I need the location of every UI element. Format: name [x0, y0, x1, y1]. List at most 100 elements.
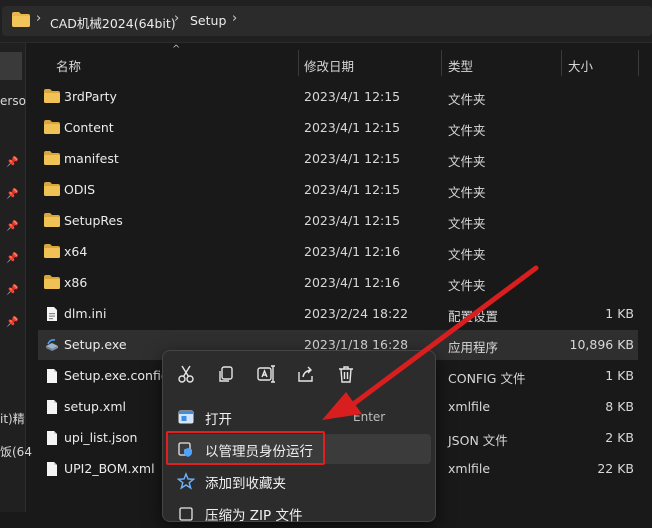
column-header-name[interactable]: 名称 [56, 56, 81, 75]
file-type: 文件夹 [448, 123, 486, 138]
chevron-right-icon: › [232, 11, 238, 26]
menu-item-add-favorites[interactable]: 添加到收藏夹 [167, 466, 431, 496]
file-modified-date: 2023/4/1 12:15 [304, 120, 401, 135]
menu-item-open[interactable]: 打开 Enter [167, 402, 431, 432]
pin-icon: 📌 [6, 253, 19, 264]
file-size: 1 KB [605, 306, 634, 321]
file-row[interactable]: SetupRes 2023/4/1 12:15 文件夹 [38, 206, 638, 236]
star-icon [177, 472, 195, 490]
folder-icon [44, 213, 60, 227]
highlight-box [166, 431, 325, 465]
file-name: 3rdParty [64, 89, 117, 104]
menu-item-compress-zip[interactable]: 压缩为 ZIP 文件 [167, 498, 431, 528]
menu-item-shortcut: Enter [353, 410, 386, 424]
file-size: 10,896 KB [569, 337, 634, 352]
folder-icon [44, 89, 60, 103]
file-name: SetupRes [64, 213, 123, 228]
column-divider[interactable] [638, 50, 639, 76]
file-icon [44, 461, 60, 476]
file-modified-date: 2023/4/1 12:15 [304, 89, 401, 104]
file-type: 文件夹 [448, 185, 486, 200]
file-type: 文件夹 [448, 216, 486, 231]
pin-icon: 📌 [6, 157, 19, 168]
file-type: 应用程序 [448, 340, 499, 355]
column-header-type[interactable]: 类型 [448, 56, 473, 75]
file-size: 22 KB [597, 461, 634, 476]
file-row[interactable]: ODIS 2023/4/1 12:15 文件夹 [38, 175, 638, 205]
file-type: 配置设置 [448, 309, 499, 324]
file-modified-date: 2023/4/1 12:15 [304, 213, 401, 228]
file-icon [44, 430, 60, 445]
nav-item-label[interactable]: 饭(64 [0, 443, 32, 460]
delete-icon[interactable] [335, 363, 357, 385]
folder-icon [44, 275, 60, 289]
file-name: Content [64, 120, 114, 135]
copy-icon[interactable] [215, 363, 237, 385]
file-modified-date: 2023/4/1 12:15 [304, 182, 401, 197]
open-window-icon [177, 408, 195, 426]
column-divider[interactable] [298, 50, 299, 76]
file-modified-date: 2023/4/1 12:16 [304, 244, 401, 259]
zip-icon [177, 504, 195, 522]
file-row[interactable]: manifest 2023/4/1 12:15 文件夹 [38, 144, 638, 174]
column-header-size[interactable]: 大小 [568, 56, 593, 75]
chevron-right-icon: › [36, 11, 42, 26]
file-name: ODIS [64, 182, 96, 197]
file-name: x86 [64, 275, 88, 290]
file-name: dlm.ini [64, 306, 107, 321]
file-type: 文件夹 [448, 154, 486, 169]
file-type: JSON 文件 [448, 433, 508, 448]
exe-file-icon [44, 337, 60, 351]
pin-icon: 📌 [6, 189, 19, 200]
file-type: CONFIG 文件 [448, 371, 526, 386]
file-type: xmlfile [448, 399, 491, 414]
file-modified-date: 2023/2/24 18:22 [304, 306, 409, 321]
chevron-right-icon: › [174, 11, 180, 26]
folder-icon [44, 151, 60, 165]
nav-item-label[interactable]: it)精 [0, 410, 25, 427]
file-type: 文件夹 [448, 247, 486, 262]
file-row[interactable]: x86 2023/4/1 12:16 文件夹 [38, 268, 638, 298]
column-divider[interactable] [561, 50, 562, 76]
column-divider[interactable] [441, 50, 442, 76]
file-name: setup.xml [64, 399, 126, 414]
menu-item-label: 压缩为 ZIP 文件 [205, 508, 303, 524]
folder-icon [44, 244, 60, 258]
folder-icon [44, 182, 60, 196]
file-name: x64 [64, 244, 88, 259]
nav-selected-item[interactable] [0, 52, 22, 80]
folder-icon [12, 12, 30, 27]
folder-icon [44, 120, 60, 134]
pin-icon: 📌 [6, 317, 19, 328]
cut-icon[interactable] [175, 363, 197, 385]
file-name: upi_list.json [64, 430, 138, 445]
file-type: xmlfile [448, 461, 491, 476]
menu-item-label: 打开 [205, 412, 232, 428]
file-icon [44, 399, 60, 414]
nav-item-label[interactable]: erso [0, 94, 26, 108]
file-modified-date: 2023/4/1 12:16 [304, 275, 401, 290]
file-row[interactable]: dlm.ini 2023/2/24 18:22 配置设置 1 KB [38, 299, 638, 329]
file-name: manifest [64, 151, 119, 166]
file-type: 文件夹 [448, 278, 486, 293]
file-name: Setup.exe.config [64, 368, 169, 383]
file-name: UPI2_BOM.xml [64, 461, 155, 476]
rename-icon[interactable] [255, 363, 277, 385]
sort-ascending-icon: ^ [172, 44, 181, 55]
ini-file-icon [44, 306, 60, 321]
file-row[interactable]: Content 2023/4/1 12:15 文件夹 [38, 113, 638, 143]
navigation-pane[interactable] [0, 43, 26, 512]
file-name: Setup.exe [64, 337, 127, 352]
file-size: 8 KB [605, 399, 634, 414]
breadcrumb-item-setup[interactable]: Setup [190, 13, 226, 28]
file-row[interactable]: 3rdParty 2023/4/1 12:15 文件夹 [38, 82, 638, 112]
file-row[interactable]: x64 2023/4/1 12:16 文件夹 [38, 237, 638, 267]
file-modified-date: 2023/4/1 12:15 [304, 151, 401, 166]
breadcrumb-item-cad[interactable]: CAD机械2024(64bit) [50, 13, 176, 32]
share-icon[interactable] [295, 363, 317, 385]
column-header-modified[interactable]: 修改日期 [304, 56, 354, 75]
file-type: 文件夹 [448, 92, 486, 107]
menu-item-label: 添加到收藏夹 [205, 476, 286, 492]
file-icon [44, 368, 60, 383]
file-size: 1 KB [605, 368, 634, 383]
